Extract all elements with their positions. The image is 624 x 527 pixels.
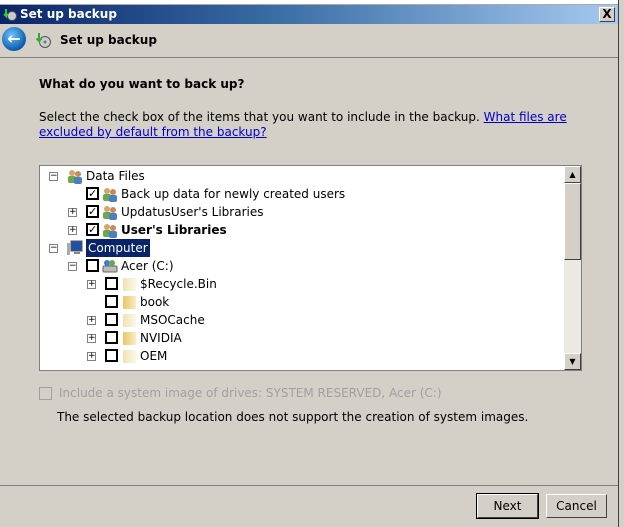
users-icon	[102, 222, 118, 238]
backup-tree[interactable]: + OEM + NVIDIA + MSOCache book + $Recycle.Bin − Ac…	[39, 165, 582, 371]
tree-item-label: Back up data for newly created users	[121, 187, 346, 201]
page-title: Set up backup	[60, 33, 157, 47]
wizard-content: What do you want to back up? Select the …	[0, 57, 618, 486]
tree-item-label: Data Files	[86, 169, 145, 183]
collapse-icon[interactable]: −	[49, 172, 58, 181]
computer-icon	[67, 240, 83, 256]
scroll-down-button[interactable]: ▼	[564, 353, 581, 370]
expand-icon[interactable]: +	[87, 334, 96, 343]
description: Select the check box of the items that y…	[39, 110, 579, 140]
question-heading: What do you want to back up?	[39, 77, 245, 91]
tree-item[interactable]: + ✓ User's Libraries	[40, 221, 560, 239]
tree-item[interactable]: + OEM	[40, 347, 560, 365]
item-checkbox[interactable]	[105, 313, 118, 326]
expand-icon[interactable]: +	[68, 226, 77, 235]
item-checkbox[interactable]: ✓	[86, 187, 99, 200]
collapse-icon[interactable]: −	[49, 244, 58, 253]
tree-item[interactable]: + NVIDIA	[40, 329, 560, 347]
tree-item-label: User's Libraries	[121, 223, 227, 237]
system-image-note: The selected backup location does not su…	[57, 410, 529, 424]
users-icon	[102, 186, 118, 202]
window-border	[618, 0, 624, 527]
tree-item-label: Computer	[86, 239, 150, 257]
tree-item-label: UpdatusUser's Libraries	[121, 205, 264, 219]
collapse-icon[interactable]: −	[68, 262, 77, 271]
tree-item-label: Acer (C:)	[121, 259, 174, 273]
users-icon	[102, 204, 118, 220]
tree-item[interactable]: − Data Files	[40, 167, 560, 185]
folder-icon	[123, 350, 136, 363]
expand-icon[interactable]: +	[87, 280, 96, 289]
tree-item[interactable]: + MSOCache	[40, 311, 560, 329]
item-checkbox[interactable]	[105, 331, 118, 344]
folder-icon	[123, 278, 136, 291]
tree-item[interactable]: − Computer	[40, 239, 560, 257]
item-checkbox[interactable]: ✓	[86, 205, 99, 218]
expand-icon[interactable]: +	[87, 316, 96, 325]
system-image-label: Include a system image of drives: SYSTEM…	[59, 386, 442, 400]
item-checkbox[interactable]	[105, 295, 118, 308]
tree-item-label: MSOCache	[140, 313, 205, 327]
window-title: Set up backup	[20, 7, 117, 21]
tree-item[interactable]: + ✓ UpdatusUser's Libraries	[40, 203, 560, 221]
folder-icon	[123, 296, 136, 309]
tree-item[interactable]: book	[40, 293, 560, 311]
wizard-header: ← Set up backup	[0, 24, 618, 57]
cancel-button[interactable]: Cancel	[546, 494, 607, 518]
scroll-up-button[interactable]: ▲	[564, 166, 581, 183]
users-icon	[67, 168, 83, 184]
close-button[interactable]: X	[599, 7, 615, 22]
system-image-checkbox	[39, 387, 52, 400]
expand-icon[interactable]: +	[87, 352, 96, 361]
tree-item[interactable]: + $Recycle.Bin	[40, 275, 560, 293]
vertical-scrollbar[interactable]: ▲ ▼	[564, 166, 581, 370]
description-text: Select the check box of the items that y…	[39, 110, 484, 124]
item-checkbox[interactable]	[105, 349, 118, 362]
backup-icon	[3, 9, 17, 21]
backup-icon	[35, 33, 51, 48]
item-checkbox[interactable]	[105, 277, 118, 290]
tree-item-label: $Recycle.Bin	[140, 277, 217, 291]
folder-icon	[123, 314, 136, 327]
tree-item-label: NVIDIA	[140, 331, 182, 345]
tree-item[interactable]: ✓ Back up data for newly created users	[40, 185, 560, 203]
next-button[interactable]: Next	[476, 493, 539, 519]
title-bar: Set up backup X	[0, 5, 618, 24]
item-checkbox[interactable]	[86, 259, 99, 272]
expand-icon[interactable]: +	[68, 208, 77, 217]
item-checkbox[interactable]: ✓	[86, 223, 99, 236]
scroll-thumb[interactable]	[564, 183, 581, 260]
tree-item[interactable]: − Acer (C:)	[40, 257, 560, 275]
tree-item-label: book	[140, 295, 170, 309]
tree-item-label: OEM	[140, 349, 168, 363]
folder-icon	[123, 332, 136, 345]
drive-icon	[102, 258, 118, 274]
back-button[interactable]: ←	[2, 27, 26, 51]
